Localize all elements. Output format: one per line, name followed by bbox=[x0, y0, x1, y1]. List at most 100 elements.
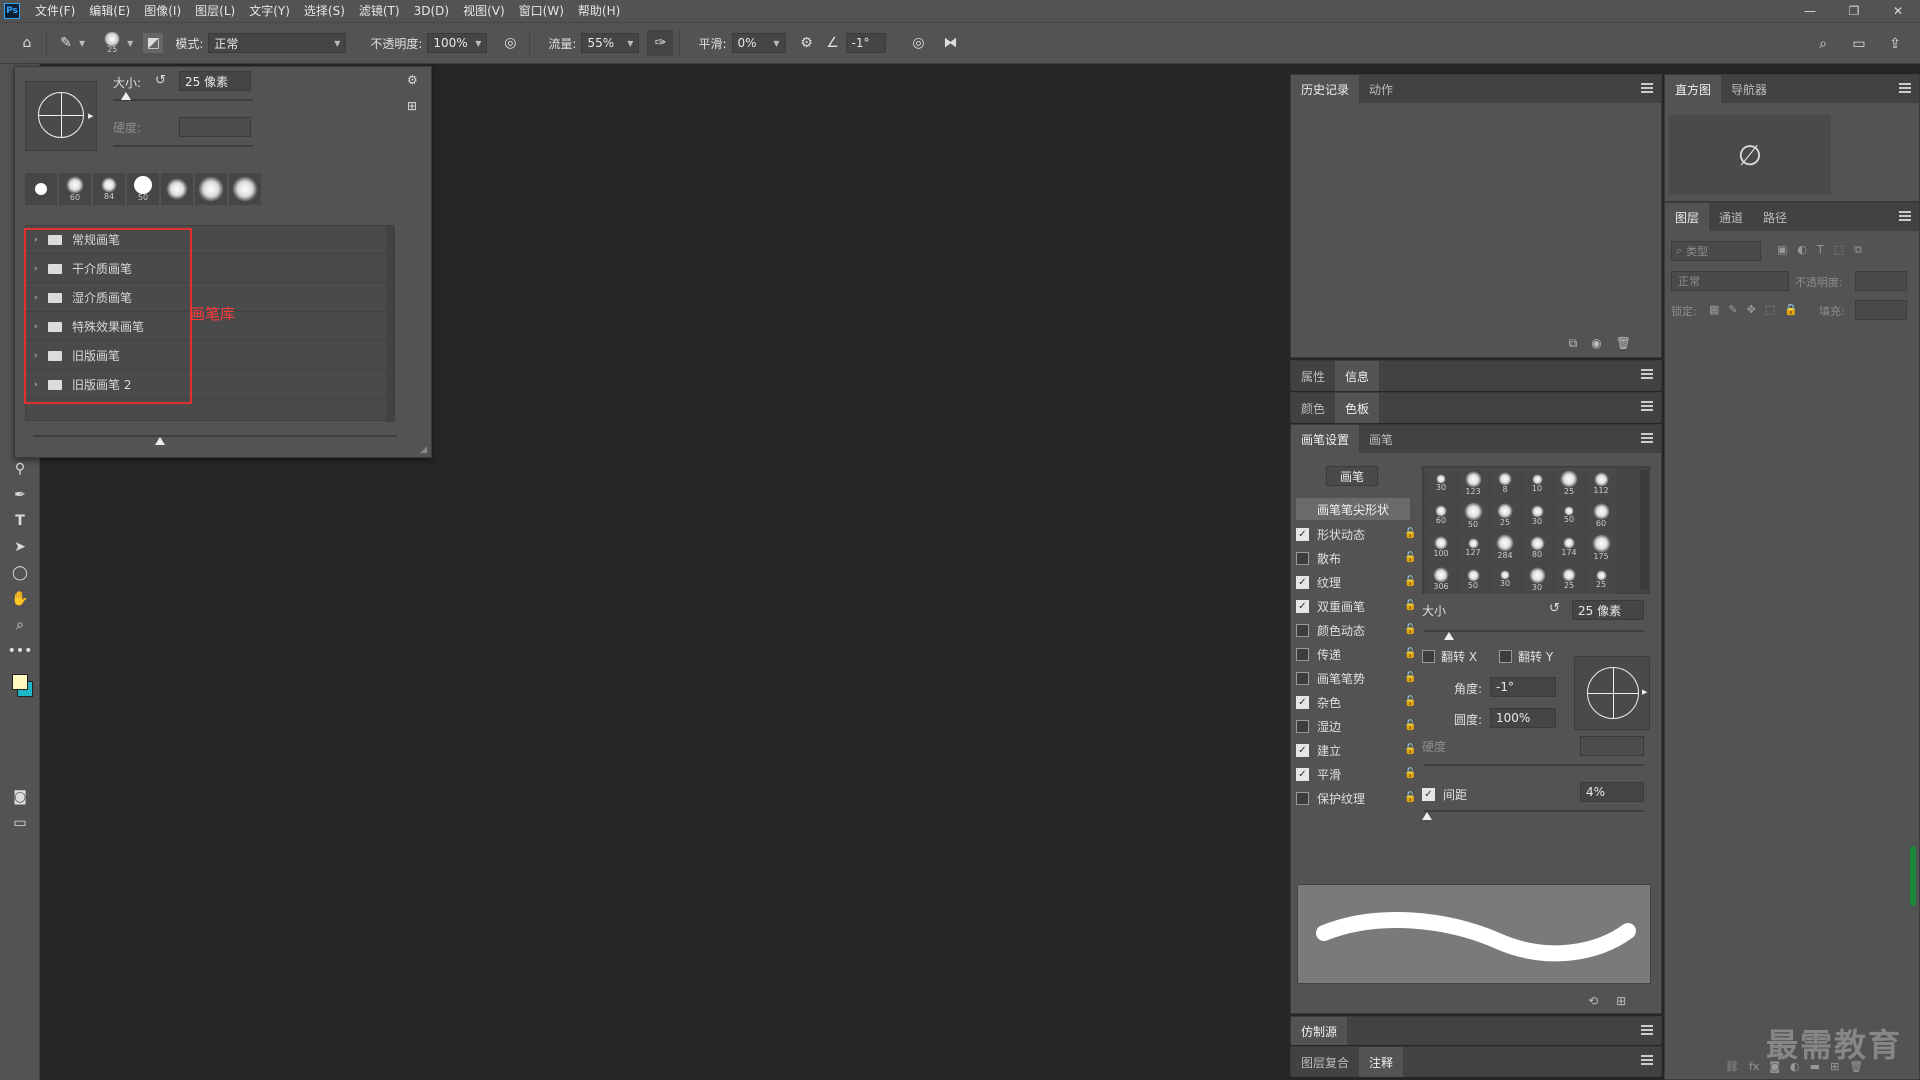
lock-artboard-icon[interactable]: ⬚ bbox=[1765, 303, 1775, 316]
brush-setting-option[interactable]: ✓ 双重画笔 🔓 bbox=[1296, 594, 1416, 618]
lock-icon[interactable]: 🔓 bbox=[1404, 648, 1416, 660]
panel-menu-icon[interactable] bbox=[1899, 83, 1911, 93]
lock-icon[interactable]: 🔓 bbox=[1404, 768, 1416, 780]
tab-channels[interactable]: 通道 bbox=[1709, 203, 1753, 231]
preview-size-slider-thumb[interactable] bbox=[155, 437, 165, 445]
more-tools-icon[interactable]: ••• bbox=[0, 638, 40, 664]
menu-select[interactable]: 选择(S) bbox=[297, 0, 352, 22]
new-document-from-state-icon[interactable]: ⧉ bbox=[1569, 336, 1578, 351]
brush-setting-option[interactable]: 传递 🔓 bbox=[1296, 642, 1416, 666]
brush-preset-thumb[interactable]: 25 bbox=[1586, 564, 1616, 594]
adjustment-filter-icon[interactable]: ◐ bbox=[1797, 243, 1807, 257]
brush-setting-checkbox[interactable] bbox=[1296, 719, 1309, 733]
brush-setting-option[interactable]: 散布 🔓 bbox=[1296, 546, 1416, 570]
gear-icon[interactable]: ⚙ bbox=[794, 30, 820, 56]
menu-3d[interactable]: 3D(D) bbox=[407, 0, 456, 22]
lock-icon[interactable]: 🔓 bbox=[1404, 576, 1416, 588]
camera-icon[interactable]: ◉ bbox=[1591, 336, 1601, 351]
brush-setting-checkbox[interactable]: ✓ bbox=[1296, 695, 1309, 709]
share-icon[interactable]: ⇪ bbox=[1882, 31, 1908, 57]
toggle-live-tip-icon[interactable]: ⟲ bbox=[1588, 994, 1598, 1008]
pen-tool-icon[interactable]: ✒ bbox=[0, 482, 40, 508]
pressure-size-icon[interactable]: ◎ bbox=[906, 30, 932, 56]
brush-preset-thumb[interactable]: 100 bbox=[1426, 532, 1456, 562]
type-tool-icon[interactable]: T bbox=[0, 508, 40, 534]
recent-brush-thumb[interactable] bbox=[195, 173, 227, 205]
tab-info[interactable]: 信息 bbox=[1335, 361, 1380, 391]
lock-icon[interactable]: 🔓 bbox=[1404, 624, 1416, 636]
brush-list-scrollbar[interactable] bbox=[386, 226, 394, 422]
brush-settings-toggle-icon[interactable]: ◩ bbox=[143, 33, 164, 53]
restore-button[interactable]: ❐ bbox=[1832, 0, 1876, 22]
menu-type[interactable]: 文字(Y) bbox=[242, 0, 297, 22]
recent-brush-thumb[interactable]: 50 bbox=[127, 173, 159, 205]
tab-properties[interactable]: 属性 bbox=[1291, 361, 1335, 391]
tab-brushes[interactable]: 画笔 bbox=[1359, 425, 1403, 453]
brush-preset-thumb[interactable]: 10 bbox=[1522, 468, 1552, 498]
brush-preset-thumb[interactable]: 25 bbox=[1490, 500, 1520, 530]
screen-mode-icon[interactable]: ▭ bbox=[0, 810, 40, 836]
color-swatches[interactable] bbox=[12, 669, 38, 701]
tab-history[interactable]: 历史记录 bbox=[1291, 75, 1360, 103]
lock-icon[interactable]: 🔓 bbox=[1404, 600, 1416, 612]
link-layers-icon[interactable]: ⛓ bbox=[1725, 1060, 1739, 1073]
menu-view[interactable]: 视图(V) bbox=[456, 0, 512, 22]
flip-x-checkbox[interactable] bbox=[1422, 650, 1435, 663]
trash-icon[interactable]: 🗑 bbox=[1616, 336, 1631, 351]
panel-menu-icon[interactable] bbox=[1641, 401, 1653, 411]
tab-layer-comps[interactable]: 图层复合 bbox=[1291, 1047, 1359, 1077]
lock-icon[interactable]: 🔓 bbox=[1404, 696, 1416, 708]
brush-tip-shape-item[interactable]: 画笔笔尖形状 bbox=[1296, 498, 1410, 520]
ellipse-tool-icon[interactable]: ◯ bbox=[0, 560, 40, 586]
lock-image-icon[interactable]: ✎ bbox=[1728, 303, 1737, 316]
angle-input[interactable]: -1° bbox=[1490, 677, 1556, 697]
brush-tip-preview[interactable]: ▶ bbox=[25, 81, 97, 151]
size-input[interactable]: 25 像素 bbox=[179, 71, 251, 91]
brush-tool-icon[interactable]: ✎ bbox=[53, 30, 79, 56]
quick-mask-icon[interactable]: ◙ bbox=[0, 784, 40, 810]
brush-preset-thumb[interactable]: 50 bbox=[1554, 500, 1584, 530]
lock-icon[interactable]: 🔓 bbox=[1404, 720, 1416, 732]
brush-preset-thumb[interactable]: 50 bbox=[1458, 564, 1488, 594]
brushes-button[interactable]: 画笔 bbox=[1326, 466, 1378, 486]
menu-image[interactable]: 图像(I) bbox=[137, 0, 188, 22]
spacing-input[interactable]: 4% bbox=[1580, 782, 1644, 802]
roundness-input[interactable]: 100% bbox=[1490, 708, 1556, 728]
angle-field[interactable]: -1° bbox=[845, 33, 886, 53]
recent-brush-thumb[interactable]: 84 bbox=[93, 173, 125, 205]
tab-notes[interactable]: 注释 bbox=[1359, 1047, 1404, 1077]
symmetry-icon[interactable]: ⧓ bbox=[938, 30, 964, 56]
angle-roundness-widget[interactable]: ▶ bbox=[1574, 656, 1650, 730]
menu-help[interactable]: 帮助(H) bbox=[571, 0, 627, 22]
brush-setting-checkbox[interactable]: ✓ bbox=[1296, 575, 1309, 589]
smoothing-field[interactable]: 0% ▼ bbox=[731, 33, 786, 53]
new-preset-icon[interactable]: ⊞ bbox=[407, 99, 417, 113]
tab-color[interactable]: 颜色 bbox=[1291, 393, 1335, 423]
layer-filter-select[interactable]: ⌕ 类型 bbox=[1671, 241, 1761, 261]
close-button[interactable]: ✕ bbox=[1876, 0, 1920, 22]
brush-preset-thumb[interactable]: 60 bbox=[1586, 500, 1616, 530]
airbrush-icon[interactable]: ✑ bbox=[647, 30, 674, 56]
brush-preset-thumb[interactable]: 306 bbox=[1426, 564, 1456, 594]
spacing-slider-thumb[interactable] bbox=[1422, 812, 1432, 820]
brush-preset-thumb[interactable]: 25 bbox=[1554, 468, 1584, 498]
brush-setting-option[interactable]: 颜色动态 🔓 bbox=[1296, 618, 1416, 642]
lock-icon[interactable]: 🔓 bbox=[1404, 552, 1416, 564]
brush-preset-picker[interactable]: 25 bbox=[97, 26, 127, 60]
brush-setting-checkbox[interactable] bbox=[1296, 551, 1309, 565]
brush-preset-thumb[interactable]: 127 bbox=[1458, 532, 1488, 562]
lock-transparent-icon[interactable]: ▦ bbox=[1709, 303, 1719, 316]
reset-icon[interactable]: ↺ bbox=[1549, 601, 1560, 616]
hand-tool-icon[interactable]: ✋ bbox=[0, 586, 40, 612]
tab-swatches[interactable]: 色板 bbox=[1335, 393, 1380, 423]
brush-setting-checkbox[interactable] bbox=[1296, 623, 1309, 637]
mode-select[interactable]: 正常 ▼ bbox=[208, 33, 347, 53]
brush-preset-thumb[interactable]: 112 bbox=[1586, 468, 1616, 498]
panel-menu-icon[interactable] bbox=[1641, 83, 1653, 93]
brush-setting-option[interactable]: ✓ 建立 🔓 bbox=[1296, 738, 1416, 762]
recent-brush-thumb[interactable] bbox=[229, 173, 261, 205]
type-filter-icon[interactable]: T bbox=[1817, 243, 1824, 257]
brush-preset-thumb[interactable]: 60 bbox=[1426, 500, 1456, 530]
recent-brush-thumb[interactable] bbox=[25, 173, 57, 205]
brush-preset-thumb[interactable]: 30 bbox=[1522, 564, 1552, 594]
